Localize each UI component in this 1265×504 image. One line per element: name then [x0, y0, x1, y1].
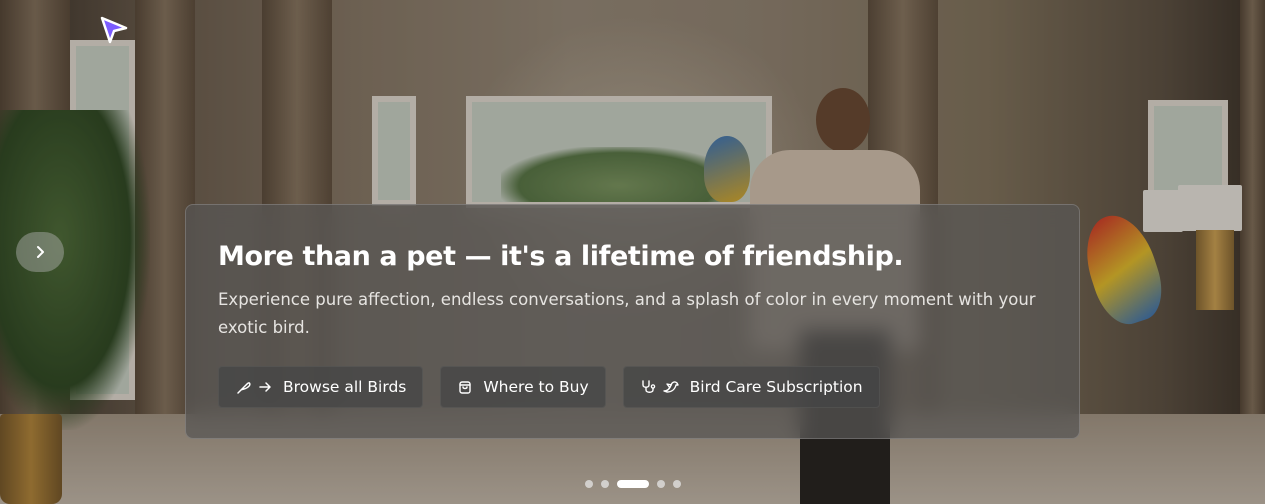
where-to-buy-label: Where to Buy — [483, 378, 589, 396]
stethoscope-icon — [641, 380, 655, 393]
chevron-right-icon — [37, 246, 44, 258]
hero-actions: Browse all Birds Where to Buy Bird Care … — [218, 366, 880, 408]
hero-carousel: More than a pet — it's a lifetime of fri… — [0, 0, 1265, 504]
browse-birds-label: Browse all Birds — [283, 378, 407, 396]
carousel-dot[interactable] — [585, 480, 593, 488]
bird-care-subscription-button[interactable]: Bird Care Subscription — [622, 366, 880, 408]
bird-icon — [662, 381, 679, 393]
arrow-right-icon — [259, 382, 271, 392]
carousel-dot[interactable] — [657, 480, 665, 488]
hero-card: More than a pet — it's a lifetime of fri… — [185, 204, 1080, 439]
carousel-dot[interactable] — [617, 480, 649, 488]
bird-care-subscription-label: Bird Care Subscription — [689, 378, 863, 396]
carousel-pagination — [585, 480, 681, 488]
feather-icon — [237, 382, 251, 394]
browse-birds-button[interactable]: Browse all Birds — [218, 366, 424, 408]
cursor-icon — [100, 16, 128, 44]
where-to-buy-button[interactable]: Where to Buy — [440, 366, 606, 408]
carousel-dot[interactable] — [673, 480, 681, 488]
shopping-bag-icon — [459, 381, 472, 394]
hero-title: More than a pet — it's a lifetime of fri… — [218, 241, 904, 272]
carousel-next-button[interactable] — [16, 232, 64, 272]
hero-description: Experience pure affection, endless conve… — [218, 290, 1036, 337]
carousel-dot[interactable] — [601, 480, 609, 488]
